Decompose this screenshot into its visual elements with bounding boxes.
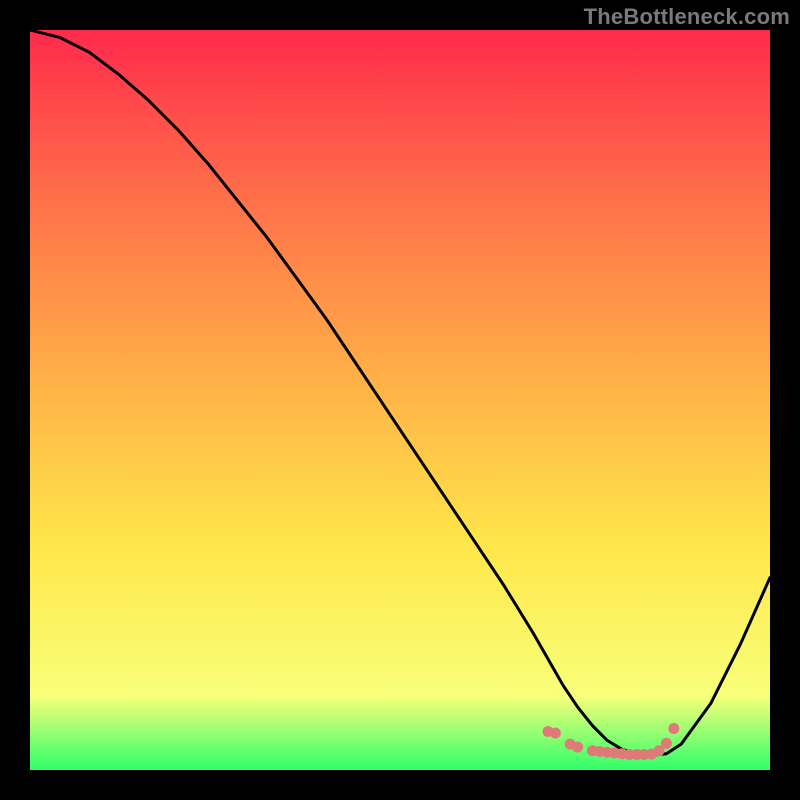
optimal-marker xyxy=(550,728,561,739)
plot-area xyxy=(30,30,770,770)
optimal-marker xyxy=(572,742,583,753)
watermark-text: TheBottleneck.com xyxy=(584,4,790,30)
chart-frame: TheBottleneck.com xyxy=(0,0,800,800)
optimal-marker xyxy=(661,738,672,749)
bottleneck-curve xyxy=(30,30,770,770)
curve-line xyxy=(30,30,770,755)
optimal-marker xyxy=(668,723,679,734)
